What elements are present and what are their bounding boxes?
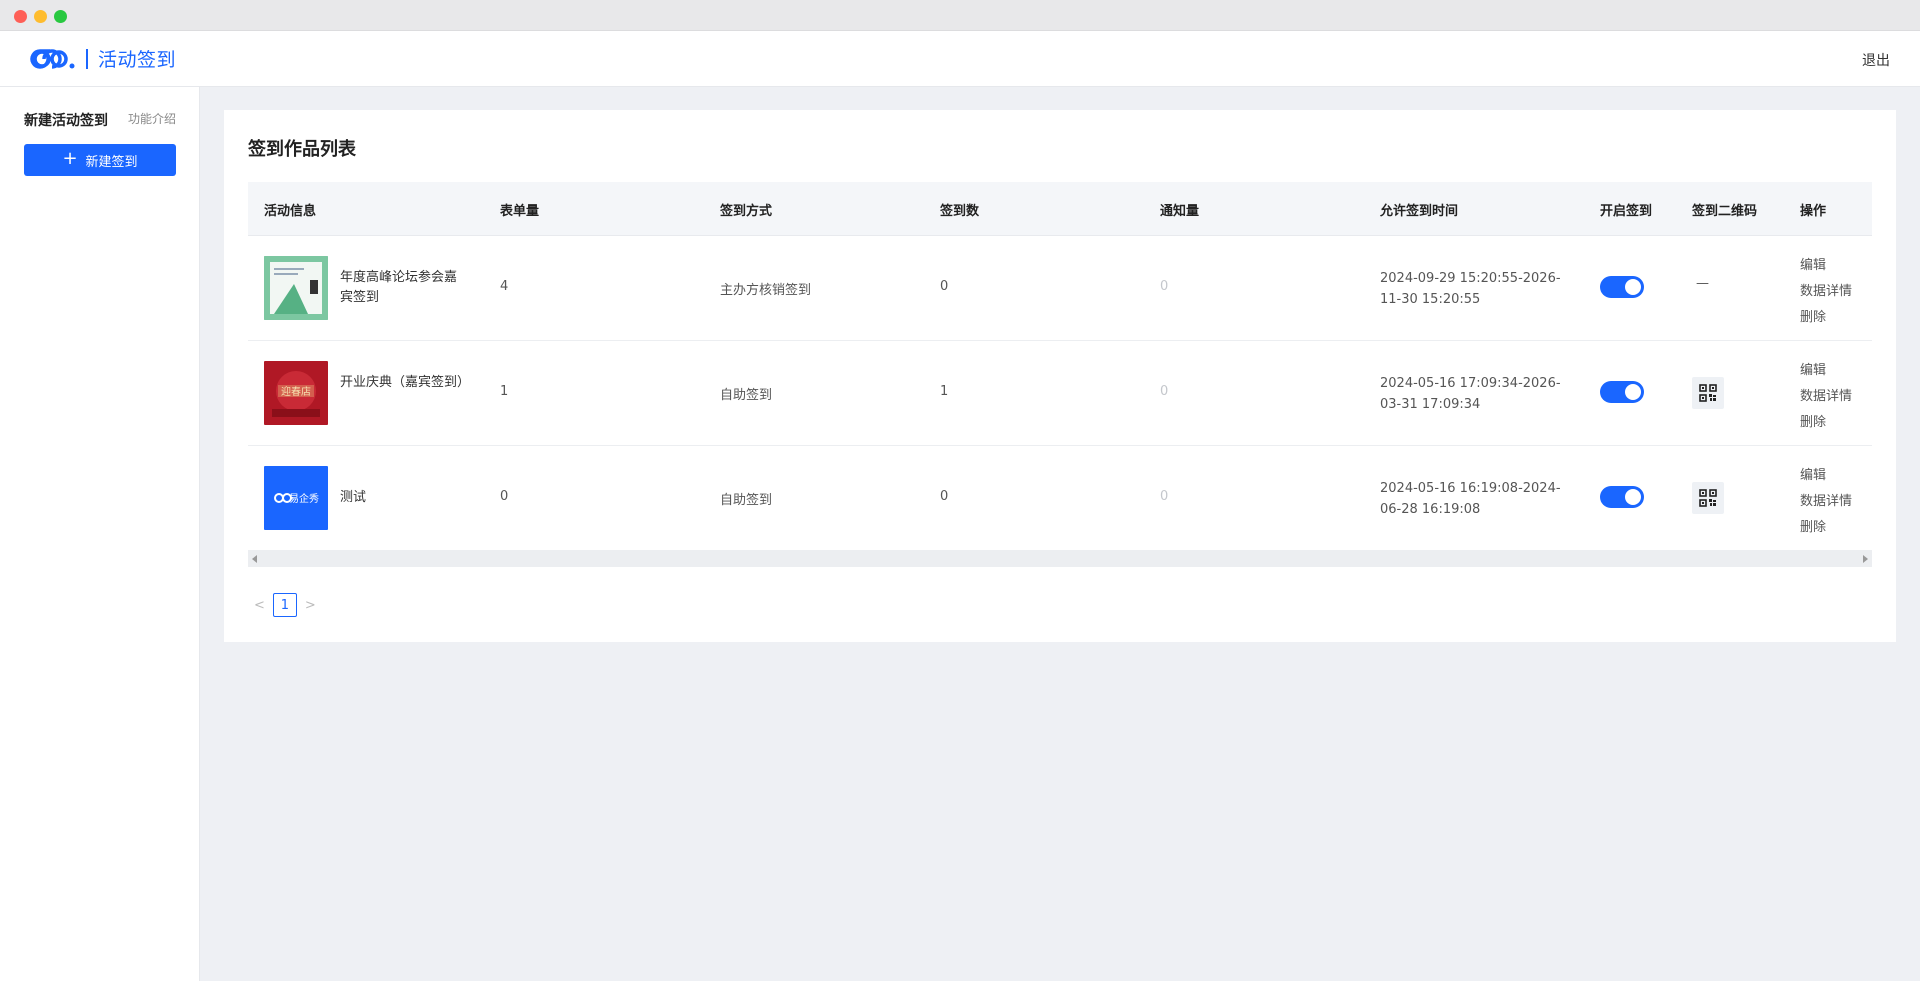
edit-link[interactable]: 编辑 <box>1800 358 1852 384</box>
horizontal-scrollbar[interactable] <box>248 551 1872 567</box>
window-titlebar <box>0 0 1920 31</box>
close-window-button[interactable] <box>14 10 27 23</box>
new-signin-label: 新建签到 <box>85 154 138 170</box>
column-header: 签到二维码 <box>1692 204 1758 219</box>
table-row: 迎春店 开业庆典（嘉宾签到） 1 自助签到 1 0 2024-05-16 17:… <box>248 341 1872 446</box>
notice-count: 0 <box>1160 279 1169 294</box>
signin-count: 0 <box>940 279 949 294</box>
page-title: 签到作品列表 <box>248 139 356 160</box>
sidebar-heading: 新建活动签到 <box>24 113 108 129</box>
signin-count: 1 <box>940 384 949 399</box>
allowed-time: 2024-09-29 15:20:55-2026-11-30 15:20:55 <box>1380 271 1561 307</box>
logout-button[interactable]: 退出 <box>1862 50 1890 70</box>
new-signin-button[interactable]: + 新建签到 <box>24 144 176 176</box>
delete-link[interactable]: 删除 <box>1800 410 1852 436</box>
next-page-button[interactable]: > <box>305 598 316 613</box>
activity-thumbnail[interactable]: 易企秀 <box>264 466 328 530</box>
pagination: < 1 > <box>254 593 316 617</box>
row-actions: 编辑 数据详情 删除 <box>1800 253 1852 331</box>
signin-count: 0 <box>940 489 949 504</box>
column-header: 活动信息 <box>264 204 317 219</box>
row-actions: 编辑 数据详情 删除 <box>1800 463 1852 541</box>
qr-code-icon[interactable] <box>1692 482 1724 514</box>
activity-thumbnail[interactable] <box>264 256 328 320</box>
scroll-right-icon[interactable] <box>1863 555 1868 563</box>
edit-link[interactable]: 编辑 <box>1800 253 1852 279</box>
form-count: 4 <box>500 279 509 294</box>
app-title: 活动签到 <box>98 49 177 71</box>
form-count: 1 <box>500 384 509 399</box>
prev-page-button[interactable]: < <box>254 598 265 613</box>
plus-icon: + <box>62 148 78 169</box>
minimize-window-button[interactable] <box>34 10 47 23</box>
signin-method: 自助签到 <box>720 388 773 403</box>
scroll-left-icon[interactable] <box>252 555 257 563</box>
svg-text:迎春店: 迎春店 <box>281 385 311 398</box>
top-navbar: 活动签到 退出 <box>0 31 1920 87</box>
data-detail-link[interactable]: 数据详情 <box>1800 489 1852 515</box>
row-actions: 编辑 数据详情 删除 <box>1800 358 1852 436</box>
column-header: 表单量 <box>500 204 540 219</box>
table-header: 活动信息 表单量 签到方式 签到数 通知量 允许签到时间 开启签到 签到二维码 … <box>248 182 1872 236</box>
signin-table: 活动信息 表单量 签到方式 签到数 通知量 允许签到时间 开启签到 签到二维码 … <box>248 182 1872 551</box>
sidebar: 新建活动签到 功能介绍 + 新建签到 <box>0 87 200 981</box>
enable-signin-toggle[interactable] <box>1600 381 1644 403</box>
enable-signin-toggle[interactable] <box>1600 276 1644 298</box>
activity-thumbnail[interactable]: 迎春店 <box>264 361 328 425</box>
table-row: 年度高峰论坛参会嘉宾签到 4 主办方核销签到 0 0 2024-09-29 15… <box>248 236 1872 341</box>
svg-text:易企秀: 易企秀 <box>289 492 319 505</box>
poster-image-icon: 迎春店 <box>264 361 328 425</box>
column-header: 签到方式 <box>720 204 773 219</box>
poster-image-icon <box>264 256 328 320</box>
activity-name: 年度高峰论坛参会嘉宾签到 <box>340 270 458 305</box>
column-header: 通知量 <box>1160 204 1200 219</box>
allowed-time: 2024-05-16 16:19:08-2024-06-28 16:19:08 <box>1380 481 1561 517</box>
maximize-window-button[interactable] <box>54 10 67 23</box>
activity-name: 开业庆典（嘉宾签到） <box>340 375 471 390</box>
logo-divider <box>86 49 88 69</box>
notice-count: 0 <box>1160 384 1169 399</box>
page-number-button[interactable]: 1 <box>272 593 297 617</box>
enable-signin-toggle[interactable] <box>1600 486 1644 508</box>
column-header: 签到数 <box>940 204 980 219</box>
content-card: 签到作品列表 活动信息 表单量 签到方式 签到数 通知量 允许签到时间 开启签到… <box>224 110 1896 642</box>
column-header: 允许签到时间 <box>1380 204 1459 219</box>
delete-link[interactable]: 删除 <box>1800 515 1852 541</box>
feature-intro-link[interactable]: 功能介绍 <box>128 110 176 127</box>
signin-method: 主办方核销签到 <box>720 283 812 298</box>
delete-link[interactable]: 删除 <box>1800 305 1852 331</box>
qr-empty-placeholder: — <box>1696 276 1709 291</box>
table-row: 易企秀 测试 0 自助签到 0 0 2024-05-16 16:19:08-20… <box>248 446 1872 551</box>
column-header: 开启签到 <box>1600 204 1653 219</box>
activity-name: 测试 <box>340 490 367 505</box>
column-header: 操作 <box>1800 204 1827 219</box>
edit-link[interactable]: 编辑 <box>1800 463 1852 489</box>
brand-thumbnail-icon: 易企秀 <box>264 466 328 530</box>
data-detail-link[interactable]: 数据详情 <box>1800 384 1852 410</box>
allowed-time: 2024-05-16 17:09:34-2026-03-31 17:09:34 <box>1380 376 1561 412</box>
notice-count: 0 <box>1160 489 1169 504</box>
signin-method: 自助签到 <box>720 493 773 508</box>
data-detail-link[interactable]: 数据详情 <box>1800 279 1852 305</box>
form-count: 0 <box>500 489 509 504</box>
brand-logo-icon <box>30 49 75 69</box>
qr-code-icon[interactable] <box>1692 377 1724 409</box>
